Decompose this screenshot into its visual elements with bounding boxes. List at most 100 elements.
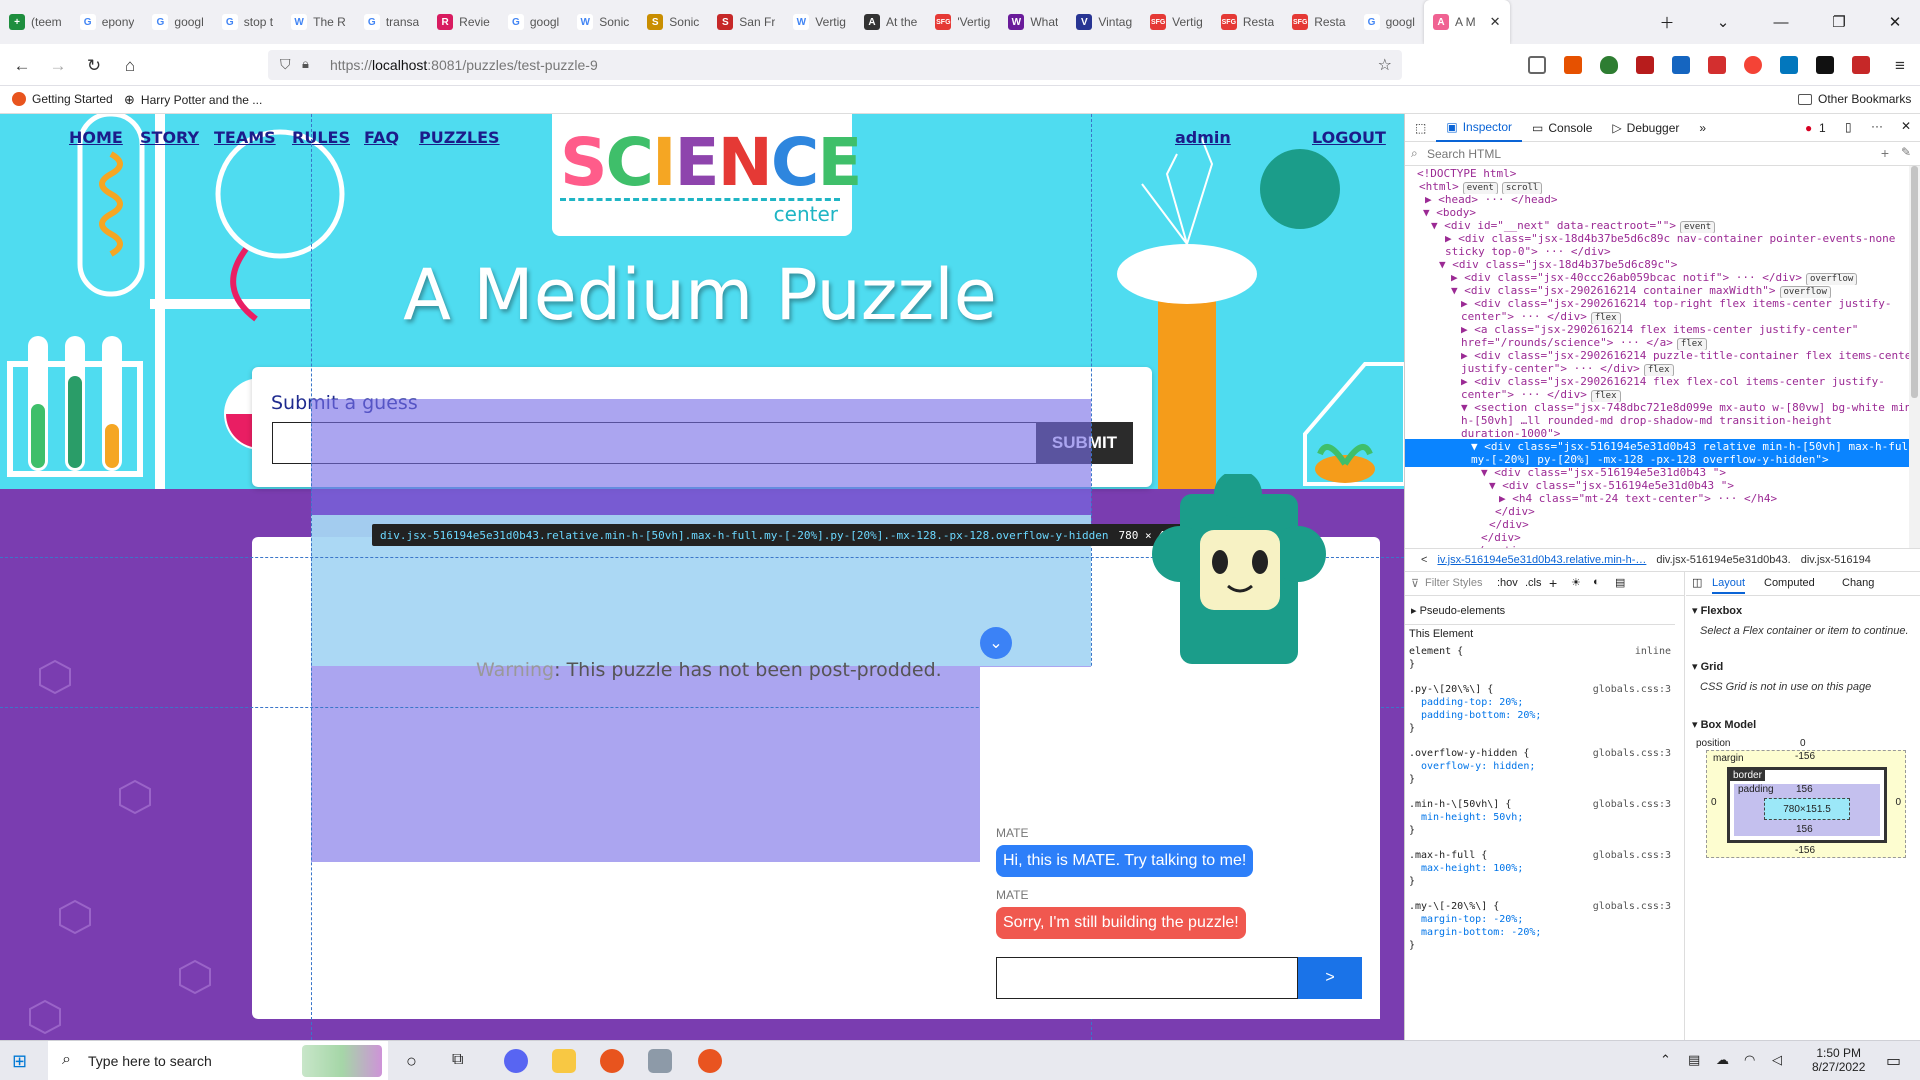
rule-declaration[interactable]: max-height: 100%; [1409, 863, 1671, 876]
grid-section[interactable]: ▾ Grid [1692, 660, 1723, 673]
rule-source[interactable]: globals.css:3 [1593, 901, 1671, 912]
error-icon[interactable]: ● [1805, 121, 1812, 135]
browser-tab[interactable]: R Revie [428, 0, 499, 44]
flexbox-section[interactable]: ▾ Flexbox [1692, 604, 1742, 617]
rule-declaration[interactable]: padding-top: 20%; [1409, 697, 1671, 710]
css-rule[interactable]: element {inline} [1409, 646, 1671, 672]
add-node-icon[interactable]: + [1881, 145, 1889, 161]
browser-tab[interactable]: A At the [855, 0, 926, 44]
rule-source[interactable]: globals.css:3 [1593, 684, 1671, 695]
nav-teams[interactable]: TEAMS [214, 128, 276, 147]
light-theme-icon[interactable]: ☀ [1571, 576, 1581, 589]
other-bookmarks[interactable]: Other Bookmarks [1798, 92, 1911, 106]
browser-tab[interactable]: Ggoogl [499, 0, 568, 44]
browser-tab[interactable]: W The R [282, 0, 355, 44]
file-explorer-icon[interactable] [552, 1049, 576, 1073]
nav-admin[interactable]: admin [1175, 128, 1231, 147]
browser-tab[interactable]: W Vertig [784, 0, 855, 44]
notifications-icon[interactable]: ▭ [1886, 1051, 1901, 1071]
close-tab-icon[interactable]: ✕ [1490, 14, 1501, 30]
scrollbar-thumb[interactable] [1911, 166, 1918, 398]
discord-icon[interactable] [504, 1049, 528, 1073]
firefox-taskbar-icon[interactable] [600, 1049, 624, 1073]
tab-layout[interactable]: Layout [1712, 577, 1746, 594]
nav-home[interactable]: HOME [69, 128, 123, 147]
css-rule[interactable]: .py-\[20\%\] {globals.css:3 padding-top: … [1409, 684, 1671, 736]
element-picker-icon[interactable]: ⬚ [1405, 114, 1436, 142]
browser-tab[interactable]: S Sonic [638, 0, 708, 44]
tab-inspector[interactable]: ▣ Inspector [1436, 114, 1523, 142]
padding-bottom[interactable]: 156 [1796, 824, 1813, 835]
menu-icon[interactable]: ≡ [1886, 52, 1914, 80]
tree-scrollbar[interactable] [1909, 166, 1920, 548]
close-devtools-icon[interactable]: ✕ [1901, 119, 1911, 133]
nav-puzzles[interactable]: PUZZLES [419, 128, 500, 147]
margin-left[interactable]: 0 [1711, 797, 1717, 808]
more-tabs-icon[interactable]: » [1689, 114, 1716, 142]
cls-toggle[interactable]: .cls [1525, 577, 1542, 589]
tray-wifi-icon[interactable]: ◠ [1744, 1052, 1755, 1068]
rule-source[interactable]: globals.css:3 [1593, 748, 1671, 759]
browser-tab[interactable]: Gepony [71, 0, 144, 44]
minimize-button[interactable]: — [1758, 0, 1804, 44]
pseudo-elements-toggle[interactable]: ▸ Pseudo-elements [1411, 604, 1505, 617]
bookmark-getting-started[interactable]: Getting Started [12, 92, 113, 106]
browser-tab[interactable]: W What [999, 0, 1067, 44]
html-search[interactable]: ⌕ Search HTML + ✎ [1405, 142, 1920, 166]
bookmark-star-icon[interactable]: ☆ [1378, 55, 1392, 75]
close-window-button[interactable]: ✕ [1872, 0, 1918, 44]
forward-icon[interactable]: → [44, 52, 72, 80]
extension-red-icon[interactable] [1708, 56, 1726, 74]
extension-record-icon[interactable] [1744, 56, 1762, 74]
browser-tab[interactable]: SFG Resta [1283, 0, 1354, 44]
nav-story[interactable]: STORY [140, 128, 199, 147]
clock[interactable]: 1:50 PM 8/27/2022 [1812, 1046, 1865, 1074]
eyedropper-icon[interactable]: ✎ [1901, 145, 1911, 159]
tray-volume-icon[interactable]: ◁ [1772, 1052, 1782, 1068]
print-media-icon[interactable]: ▤ [1615, 576, 1625, 589]
browser-tab[interactable]: A A M ✕ [1423, 0, 1510, 44]
new-tab-button[interactable]: ＋ [1644, 0, 1690, 44]
rule-declaration[interactable]: min-height: 50vh; [1409, 812, 1671, 825]
breadcrumb-item[interactable]: div.jsx-516194 [1801, 554, 1871, 566]
breadcrumb-item[interactable]: iv.jsx-516194e5e31d0b43.relative.min-h-… [1437, 554, 1646, 566]
url-bar[interactable]: ⛉ 🔒︎ https://localhost:8081/puzzles/test… [268, 50, 1402, 80]
tray-chevron-icon[interactable]: ⌃ [1660, 1052, 1671, 1068]
margin-bottom[interactable]: -156 [1795, 845, 1815, 856]
tab-console[interactable]: ▭ Console [1522, 114, 1602, 142]
rule-declaration[interactable]: margin-top: -20%; [1409, 914, 1671, 927]
extension-pdf-icon[interactable] [1852, 56, 1870, 74]
box-model-section[interactable]: ▾ Box Model [1692, 718, 1756, 731]
css-rule[interactable]: .overflow-y-hidden {globals.css:3 overflo… [1409, 748, 1671, 787]
rule-source[interactable]: inline [1635, 646, 1671, 657]
filter-styles-input[interactable]: Filter Styles [1425, 577, 1482, 589]
tab-changes[interactable]: Chang [1842, 577, 1874, 589]
browser-tab[interactable]: SFG Resta [1212, 0, 1283, 44]
expand-chevron-icon[interactable]: ⌄ [980, 627, 1012, 659]
tab-computed[interactable]: Computed [1764, 577, 1815, 589]
browser-tab[interactable]: Ggoogl [143, 0, 212, 44]
browser-tab[interactable]: S San Fr [708, 0, 784, 44]
browser-tab[interactable]: Gtransa [355, 0, 428, 44]
css-rule[interactable]: .max-h-full {globals.css:3 max-height: 10… [1409, 850, 1671, 889]
nav-logout[interactable]: LOGOUT [1312, 128, 1386, 147]
extension-shield-icon[interactable] [1600, 56, 1618, 74]
browser-tab[interactable]: SFG Vertig [1141, 0, 1212, 44]
tray-cloud-icon[interactable]: ☁ [1716, 1052, 1729, 1068]
tab-debugger[interactable]: ▷ Debugger [1602, 114, 1689, 142]
markup-tree[interactable]: <!DOCTYPE html> <html> event scroll ▶ <head>… [1405, 166, 1910, 548]
browser-tab[interactable]: Gstop t [213, 0, 282, 44]
rule-declaration[interactable]: margin-bottom: -20%; [1409, 927, 1671, 940]
browser-tab[interactable]: V Vintag [1067, 0, 1141, 44]
tray-network-icon[interactable]: ▤ [1688, 1052, 1700, 1068]
margin-right[interactable]: 0 [1895, 797, 1901, 808]
rule-declaration[interactable]: padding-bottom: 20%; [1409, 710, 1671, 723]
restore-button[interactable]: ❐ [1816, 0, 1862, 44]
position-value[interactable]: 0 [1800, 738, 1806, 749]
dark-theme-icon[interactable]: ◐ [1593, 576, 1600, 588]
padding-top[interactable]: 156 [1796, 784, 1813, 795]
hov-toggle[interactable]: :hov [1497, 577, 1518, 589]
options-icon[interactable]: ··· [1871, 119, 1883, 133]
extension-blue-icon[interactable] [1672, 56, 1690, 74]
browser-tab[interactable]: SFG 'Vertig [926, 0, 999, 44]
